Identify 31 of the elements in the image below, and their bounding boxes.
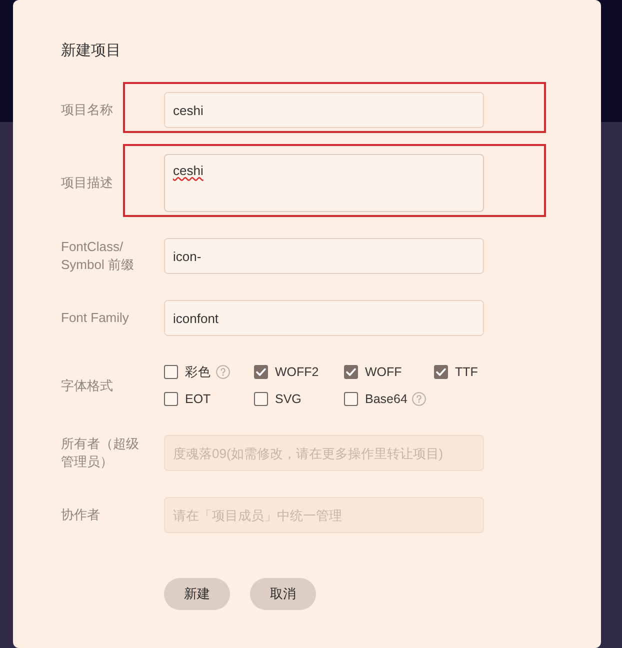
check-icon	[346, 368, 356, 376]
text-field[interactable]: icon-	[164, 238, 484, 274]
field-label: 所有者（超级管理员）	[61, 435, 140, 471]
checkbox[interactable]	[164, 392, 178, 406]
dialog-button[interactable]: 取消	[250, 578, 316, 610]
checkbox[interactable]	[254, 365, 268, 379]
field-label: Font Family	[61, 309, 130, 327]
text-field[interactable]: iconfont	[164, 300, 484, 336]
checkbox[interactable]	[344, 365, 358, 379]
checkbox[interactable]	[344, 392, 358, 406]
checkbox[interactable]	[164, 365, 178, 379]
dialog-title: 新建项目	[61, 41, 121, 61]
checkbox-label[interactable]: WOFF	[365, 362, 402, 382]
field-label: 协作者	[61, 506, 101, 524]
checkbox-label[interactable]: TTF	[455, 362, 478, 382]
field-label: 项目描述	[61, 174, 114, 192]
description-field[interactable]: ceshi	[164, 154, 484, 212]
checkbox-label[interactable]: Base64	[365, 390, 408, 408]
text-field[interactable]: ceshi	[164, 92, 484, 128]
checkbox-label[interactable]: SVG	[275, 390, 302, 408]
field-label: 字体格式	[61, 376, 114, 394]
checkbox[interactable]	[434, 365, 448, 379]
checkbox[interactable]	[254, 392, 268, 406]
field-label: 项目名称	[61, 101, 114, 119]
dialog-button[interactable]: 新建	[164, 578, 230, 610]
check-icon	[436, 368, 446, 376]
checkbox-label[interactable]: 彩色	[185, 362, 211, 382]
check-icon	[256, 368, 266, 376]
checkbox-label[interactable]: EOT	[185, 390, 211, 408]
field-label: FontClass/ Symbol 前缀	[61, 238, 135, 274]
checkbox-label[interactable]: WOFF2	[275, 362, 319, 382]
